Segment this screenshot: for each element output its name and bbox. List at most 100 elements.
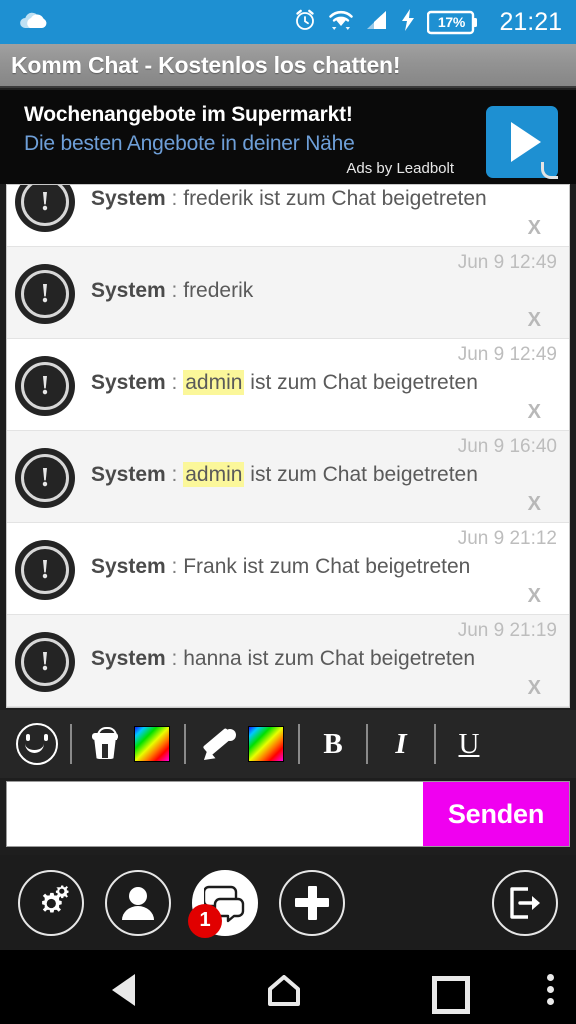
app-title-bar: Komm Chat - Kostenlos los chatten! [0, 44, 576, 88]
rainbow-swatch-icon [134, 726, 170, 762]
pencil-glyph [200, 727, 236, 765]
message-separator: : [165, 371, 184, 394]
message-close-icon[interactable]: X [528, 585, 541, 608]
system-alert-avatar: ! [15, 540, 75, 600]
avatar-ring: ! [21, 185, 69, 226]
system-alert-avatar: ! [15, 264, 75, 324]
alarm-icon [293, 8, 317, 37]
chat-message-row[interactable]: ! Jun 9 12:49 System : frederik X [7, 247, 569, 339]
message-timestamp: Jun 9 16:40 [457, 436, 557, 457]
cloud-icon [18, 10, 48, 35]
chat-message-row[interactable]: ! Jun 9 21:19 System : hanna ist zum Chat … [7, 615, 569, 707]
wifi-icon [328, 9, 354, 36]
smiley-face-icon [16, 723, 58, 765]
exclamation-glyph: ! [40, 186, 50, 216]
chat-message-row[interactable]: ! Jun 9 12:49 System : admin ist zum Chat … [7, 339, 569, 431]
toolbar-divider [366, 724, 368, 764]
battery-indicator: 17% [427, 10, 479, 35]
add-plus-icon[interactable] [279, 869, 345, 936]
back-icon[interactable] [112, 974, 135, 1006]
background-color-swatch[interactable] [128, 721, 174, 767]
message-body: System : hanna ist zum Chat beigetreten [91, 647, 509, 671]
app-root: 17% 21:21 Komm Chat - Kostenlos los chat… [0, 0, 576, 1024]
status-bar-left [18, 10, 293, 35]
message-sender: System [91, 463, 166, 486]
message-composer: Senden [6, 781, 570, 847]
chat-message-row[interactable]: ! System : frederik ist zum Chat beigetre… [7, 185, 569, 247]
underline-button[interactable]: U [446, 721, 492, 767]
message-close-icon[interactable]: X [528, 677, 541, 700]
chat-bubble-icon[interactable]: 1 [188, 869, 258, 938]
message-body: System : admin ist zum Chat beigetreten [91, 370, 509, 395]
android-status-bar: 17% 21:21 [0, 0, 576, 44]
play-triangle-icon [510, 122, 541, 162]
ad-corner-curl-icon [541, 162, 558, 179]
android-nav-bar [0, 950, 576, 1024]
avatar-ring: ! [21, 546, 69, 594]
system-alert-avatar: ! [15, 185, 75, 232]
bold-label: B [323, 727, 343, 760]
message-close-icon[interactable]: X [528, 401, 541, 424]
avatar-ring: ! [21, 454, 69, 502]
message-separator: : [165, 187, 184, 210]
message-body: System : frederik [91, 279, 509, 303]
avatar-ring: ! [21, 638, 69, 686]
message-sender: System [91, 647, 166, 670]
system-alert-avatar: ! [15, 356, 75, 416]
bold-button[interactable]: B [310, 721, 356, 767]
recents-icon[interactable] [432, 976, 470, 1014]
message-timestamp: Jun 9 21:19 [457, 620, 557, 641]
pencil-icon[interactable] [196, 721, 242, 767]
message-text: hanna ist zum Chat beigetreten [183, 647, 476, 670]
chat-scroll-container[interactable]: ! System : frederik ist zum Chat beigetre… [7, 185, 569, 707]
text-color-swatch[interactable] [242, 721, 288, 767]
ad-headline: Wochenangebote im Supermarkt! [24, 103, 353, 126]
message-sender: System [91, 187, 166, 210]
exclamation-glyph: ! [40, 370, 50, 400]
unread-badge: 1 [188, 903, 222, 938]
chat-message-list[interactable]: ! System : frederik ist zum Chat beigetre… [6, 184, 570, 708]
italic-button[interactable]: I [378, 721, 424, 767]
rainbow-swatch-icon [248, 726, 284, 762]
ad-subline: Die besten Angebote in deiner Nähe [24, 132, 355, 155]
message-body: System : Frank ist zum Chat beigetreten [91, 555, 509, 579]
message-text: Frank ist zum Chat beigetreten [183, 555, 471, 578]
profile-user-icon[interactable] [105, 869, 171, 936]
message-text: ist zum Chat beigetreten [250, 463, 478, 486]
ad-attribution: Ads by Leadbolt [346, 160, 454, 177]
emoji-icon[interactable] [14, 721, 60, 767]
message-text: frederik ist zum Chat beigetreten [183, 187, 487, 210]
exclamation-glyph: ! [40, 462, 50, 492]
message-close-icon[interactable]: X [528, 309, 541, 332]
settings-gears-icon[interactable] [18, 869, 84, 936]
message-text: frederik [183, 279, 254, 302]
toolbar-divider [298, 724, 300, 764]
ad-banner[interactable]: Wochenangebote im Supermarkt! Die besten… [0, 90, 576, 184]
bottom-action-bar: 1 [0, 855, 576, 950]
message-timestamp: Jun 9 21:12 [457, 528, 557, 549]
charging-bolt-icon [400, 8, 416, 37]
underline-label: U [458, 727, 480, 760]
message-timestamp: Jun 9 12:49 [457, 252, 557, 273]
message-close-icon[interactable]: X [528, 217, 541, 240]
chat-message-row[interactable]: ! Jun 9 16:40 System : admin ist zum Chat … [7, 431, 569, 523]
message-text: ist zum Chat beigetreten [250, 371, 478, 394]
chat-message-row[interactable]: ! Jun 9 21:12 System : Frank ist zum Chat … [7, 523, 569, 615]
home-icon[interactable] [268, 975, 300, 1006]
overflow-menu-icon[interactable] [547, 974, 554, 1005]
battery-percent: 17% [437, 13, 465, 30]
message-separator: : [165, 647, 184, 670]
message-separator: : [165, 279, 184, 302]
signal-icon [365, 9, 389, 36]
message-input[interactable] [7, 782, 423, 846]
send-button[interactable]: Senden [423, 782, 569, 846]
message-timestamp: Jun 9 12:49 [457, 344, 557, 365]
message-close-icon[interactable]: X [528, 493, 541, 516]
fill-bucket-icon[interactable] [82, 721, 128, 767]
page-title: Komm Chat - Kostenlos los chatten! [11, 51, 401, 78]
logout-exit-icon[interactable] [492, 869, 558, 936]
avatar-ring: ! [21, 270, 69, 318]
status-bar-clock: 21:21 [499, 7, 562, 36]
exclamation-glyph: ! [40, 554, 50, 584]
highlighted-username: admin [183, 462, 245, 487]
